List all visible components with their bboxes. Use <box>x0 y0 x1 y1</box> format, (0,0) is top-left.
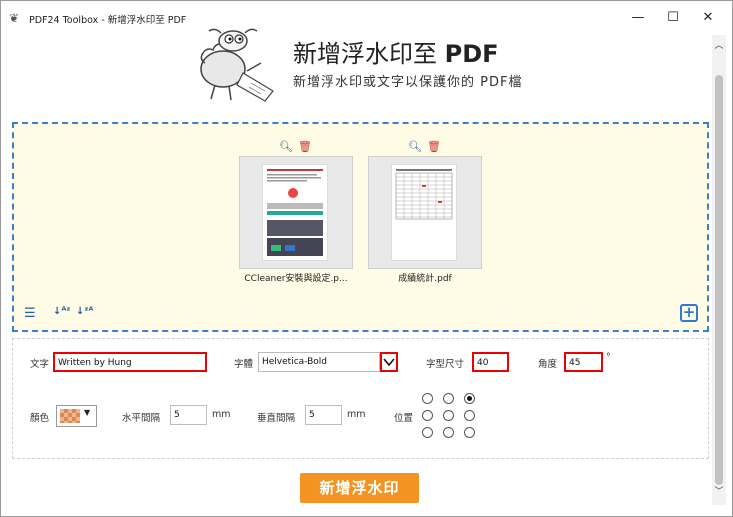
scroll-up-icon[interactable]: ︿ <box>712 39 726 53</box>
scroll-down-icon[interactable]: ﹀ <box>712 485 726 499</box>
h-spacing-label: 水平間隔 <box>122 413 161 424</box>
add-file-icon[interactable]: + <box>680 304 698 322</box>
trash-icon[interactable]: 🗑︎ <box>427 140 441 154</box>
window-title: PDF24 Toolbox - 新增浮水印至 PDF <box>29 15 187 26</box>
file-thumbnail[interactable] <box>368 156 482 269</box>
angle-input[interactable]: 45 <box>564 352 603 372</box>
document-preview-icon <box>267 169 323 256</box>
file-name: CCleaner安裝與設定.p... <box>244 274 348 284</box>
page-subtitle: 新增浮水印或文字以保護你的 PDF檔 <box>293 75 523 90</box>
position-middle-right-radio[interactable] <box>464 410 475 421</box>
position-top-right-radio[interactable] <box>464 393 475 404</box>
color-label: 顏色 <box>30 413 50 424</box>
font-dropdown-button[interactable] <box>380 352 398 372</box>
mascot-sheep-icon <box>200 28 274 102</box>
file-drop-zone[interactable]: 🔍︎ 🗑︎ CCleaner安裝與設定.p... 🔍︎ 🗑︎ 成績統計.pdf … <box>12 122 709 332</box>
chevron-down-icon <box>383 358 395 367</box>
font-label: 字體 <box>234 359 254 370</box>
position-bottom-center-radio[interactable] <box>443 427 454 438</box>
color-preview <box>60 409 80 423</box>
position-top-center-radio[interactable] <box>443 393 454 404</box>
text-label: 文字 <box>30 359 50 370</box>
zoom-icon[interactable]: 🔍︎ <box>408 140 422 154</box>
minimize-button[interactable]: — <box>623 7 653 29</box>
position-bottom-left-radio[interactable] <box>422 427 433 438</box>
file-page-preview <box>391 164 457 261</box>
position-bottom-right-radio[interactable] <box>464 427 475 438</box>
page-title-main: 新增浮水印至 <box>293 40 445 68</box>
position-label: 位置 <box>394 413 414 424</box>
v-spacing-label: 垂直間隔 <box>257 413 296 424</box>
color-picker[interactable]: ▼ <box>56 405 97 427</box>
table-preview-icon <box>395 169 453 220</box>
page-title: 新增浮水印至 PDF <box>293 34 499 69</box>
list-view-icon[interactable]: ☰ <box>24 306 36 321</box>
position-top-left-radio[interactable] <box>422 393 433 404</box>
app-icon: ❦ <box>9 11 20 25</box>
h-spacing-unit: mm <box>212 409 231 420</box>
degree-unit: ° <box>606 352 611 363</box>
angle-label: 角度 <box>538 359 558 370</box>
sort-za-icon[interactable]: ↓ᶻᴬ <box>76 306 93 317</box>
scroll-thumb[interactable] <box>715 75 723 485</box>
app-window: ❦ PDF24 Toolbox - 新增浮水印至 PDF — ☐ ✕ ︿ ﹀ 新… <box>0 0 733 517</box>
close-button[interactable]: ✕ <box>693 7 723 29</box>
position-center-radio[interactable] <box>443 410 454 421</box>
maximize-button[interactable]: ☐ <box>658 7 688 29</box>
v-spacing-unit: mm <box>347 409 366 420</box>
title-bar: ❦ PDF24 Toolbox - 新增浮水印至 PDF — ☐ ✕ <box>1 1 732 35</box>
font-size-input[interactable]: 40 <box>472 352 509 372</box>
file-name: 成績統計.pdf <box>398 274 452 284</box>
position-middle-left-radio[interactable] <box>422 410 433 421</box>
sort-az-icon[interactable]: ↓ᴬᶻ <box>53 306 70 317</box>
v-spacing-input[interactable]: 5 <box>305 405 342 425</box>
file-page-preview <box>262 164 328 261</box>
trash-icon[interactable]: 🗑︎ <box>298 140 312 154</box>
add-watermark-button[interactable]: 新增浮水印 <box>300 473 419 503</box>
font-select[interactable]: Helvetica-Bold <box>258 352 380 372</box>
file-thumbnail[interactable] <box>239 156 353 269</box>
h-spacing-input[interactable]: 5 <box>170 405 207 425</box>
vertical-scrollbar[interactable]: ︿ ﹀ <box>712 35 726 505</box>
page-title-pdf: PDF <box>444 40 499 68</box>
font-size-label: 字型尺寸 <box>426 359 465 370</box>
watermark-text-input[interactable]: Written by Hung <box>53 352 207 372</box>
zoom-icon[interactable]: 🔍︎ <box>279 140 293 154</box>
chevron-down-icon: ▼ <box>84 408 91 417</box>
